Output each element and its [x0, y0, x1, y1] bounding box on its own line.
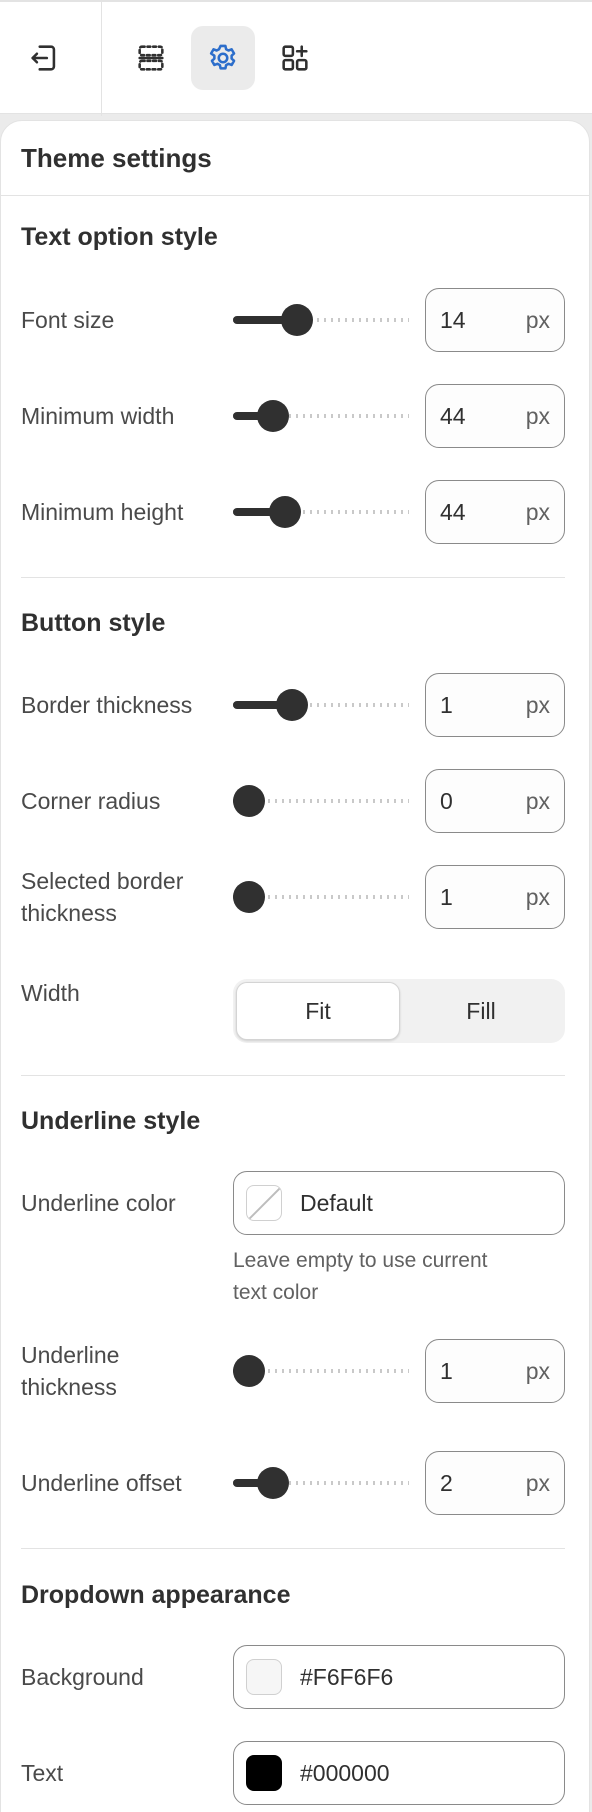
underline-thickness-slider[interactable] — [233, 1355, 409, 1387]
exit-button[interactable] — [12, 26, 76, 90]
min-width-label: Minimum width — [21, 403, 175, 429]
background-swatch[interactable] — [246, 1659, 282, 1695]
underline-offset-input[interactable]: 2 px — [425, 1451, 565, 1515]
exit-icon — [31, 45, 56, 71]
gear-icon — [209, 44, 236, 70]
label-line: Underline — [21, 1342, 120, 1368]
slider-thumb[interactable] — [269, 496, 301, 528]
corner-radius-value: 0 — [440, 787, 453, 814]
font-size-value: 14 — [440, 306, 466, 333]
slider-thumb[interactable] — [233, 1355, 265, 1387]
panel-title: Theme settings — [21, 142, 212, 173]
min-width-value: 44 — [440, 402, 466, 429]
underline-offset-slider[interactable] — [233, 1467, 409, 1499]
underline-color-help: Leave empty to use current text color — [233, 1245, 553, 1309]
section-divider — [21, 1548, 565, 1549]
min-height-input[interactable]: 44 px — [425, 480, 565, 544]
label-line: Selected border — [21, 868, 184, 894]
slider-thumb[interactable] — [257, 400, 290, 432]
unit-label: px — [525, 1357, 550, 1384]
top-toolbar — [0, 0, 592, 116]
corner-radius-input[interactable]: 0 px — [425, 769, 565, 833]
underline-color-value: Default — [300, 1189, 373, 1216]
min-width-input[interactable]: 44 px — [425, 384, 565, 448]
text-swatch[interactable] — [246, 1755, 282, 1791]
sections-icon — [138, 45, 164, 71]
font-size-input[interactable]: 14 px — [425, 288, 565, 352]
font-size-label: Font size — [21, 307, 115, 333]
selected-border-label: Selected border thickness — [21, 865, 183, 929]
unit-label: px — [525, 1469, 550, 1496]
slider-thumb[interactable] — [257, 1467, 290, 1499]
selected-border-input[interactable]: 1 px — [425, 865, 565, 929]
background-color-value: #F6F6F6 — [300, 1663, 394, 1690]
width-label: Width — [21, 980, 80, 1006]
min-height-label: Minimum height — [21, 499, 184, 525]
help-line: Leave empty to use current — [233, 1249, 488, 1272]
underline-offset-value: 2 — [440, 1469, 453, 1496]
slider-thumb[interactable] — [276, 689, 309, 721]
toolbar-divider — [101, 2, 102, 116]
theme-settings-button[interactable] — [191, 26, 255, 90]
apps-button[interactable] — [263, 26, 327, 90]
theme-settings-panel: Theme settings Text option style Font si… — [0, 120, 590, 1812]
width-fit-option[interactable]: Fit — [236, 982, 400, 1040]
text-option-style-title: Text option style — [21, 223, 218, 251]
corner-radius-label: Corner radius — [21, 788, 161, 814]
slider-thumb[interactable] — [233, 785, 265, 817]
section-divider — [21, 1075, 565, 1076]
border-thickness-slider[interactable] — [233, 689, 409, 721]
help-line: text color — [233, 1281, 319, 1304]
underline-color-input[interactable]: Default — [233, 1171, 565, 1235]
color-swatch-default[interactable] — [246, 1185, 282, 1221]
corner-radius-slider[interactable] — [233, 785, 409, 817]
label-line: thickness — [21, 900, 117, 926]
underline-offset-label: Underline offset — [21, 1470, 182, 1496]
panel-header: Theme settings — [1, 121, 589, 196]
font-size-slider[interactable] — [233, 304, 409, 336]
border-thickness-input[interactable]: 1 px — [425, 673, 565, 737]
selected-border-slider[interactable] — [233, 881, 409, 913]
text-color-value: #000000 — [300, 1759, 390, 1786]
slider-thumb[interactable] — [233, 881, 265, 913]
apps-add-icon — [282, 45, 308, 71]
border-thickness-label: Border thickness — [21, 692, 193, 718]
label-line: thickness — [21, 1374, 117, 1400]
selected-border-value: 1 — [440, 883, 453, 910]
background-color-input[interactable]: #F6F6F6 — [233, 1645, 565, 1709]
text-color-label: Text — [21, 1760, 64, 1786]
border-thickness-value: 1 — [440, 691, 453, 718]
underline-thickness-label: Underline thickness — [21, 1339, 119, 1403]
unit-label: px — [525, 787, 550, 814]
dropdown-appearance-title: Dropdown appearance — [21, 1581, 291, 1609]
underline-color-label: Underline color — [21, 1190, 176, 1216]
button-style-title: Button style — [21, 609, 166, 637]
text-color-input[interactable]: #000000 — [233, 1741, 565, 1805]
width-fill-option[interactable]: Fill — [400, 982, 562, 1040]
width-segmented-control: Fit Fill — [233, 979, 565, 1043]
min-width-slider[interactable] — [233, 400, 409, 432]
slider-thumb[interactable] — [280, 304, 313, 336]
unit-label: px — [525, 498, 550, 525]
min-height-slider[interactable] — [233, 496, 409, 528]
min-height-value: 44 — [440, 498, 466, 525]
underline-thickness-input[interactable]: 1 px — [425, 1339, 565, 1403]
underline-thickness-value: 1 — [440, 1357, 453, 1384]
section-divider — [21, 577, 565, 578]
underline-style-title: Underline style — [21, 1107, 201, 1135]
unit-label: px — [525, 306, 550, 333]
background-label: Background — [21, 1664, 144, 1690]
unit-label: px — [525, 883, 550, 910]
unit-label: px — [525, 691, 550, 718]
sections-button[interactable] — [119, 26, 183, 90]
unit-label: px — [525, 402, 550, 429]
